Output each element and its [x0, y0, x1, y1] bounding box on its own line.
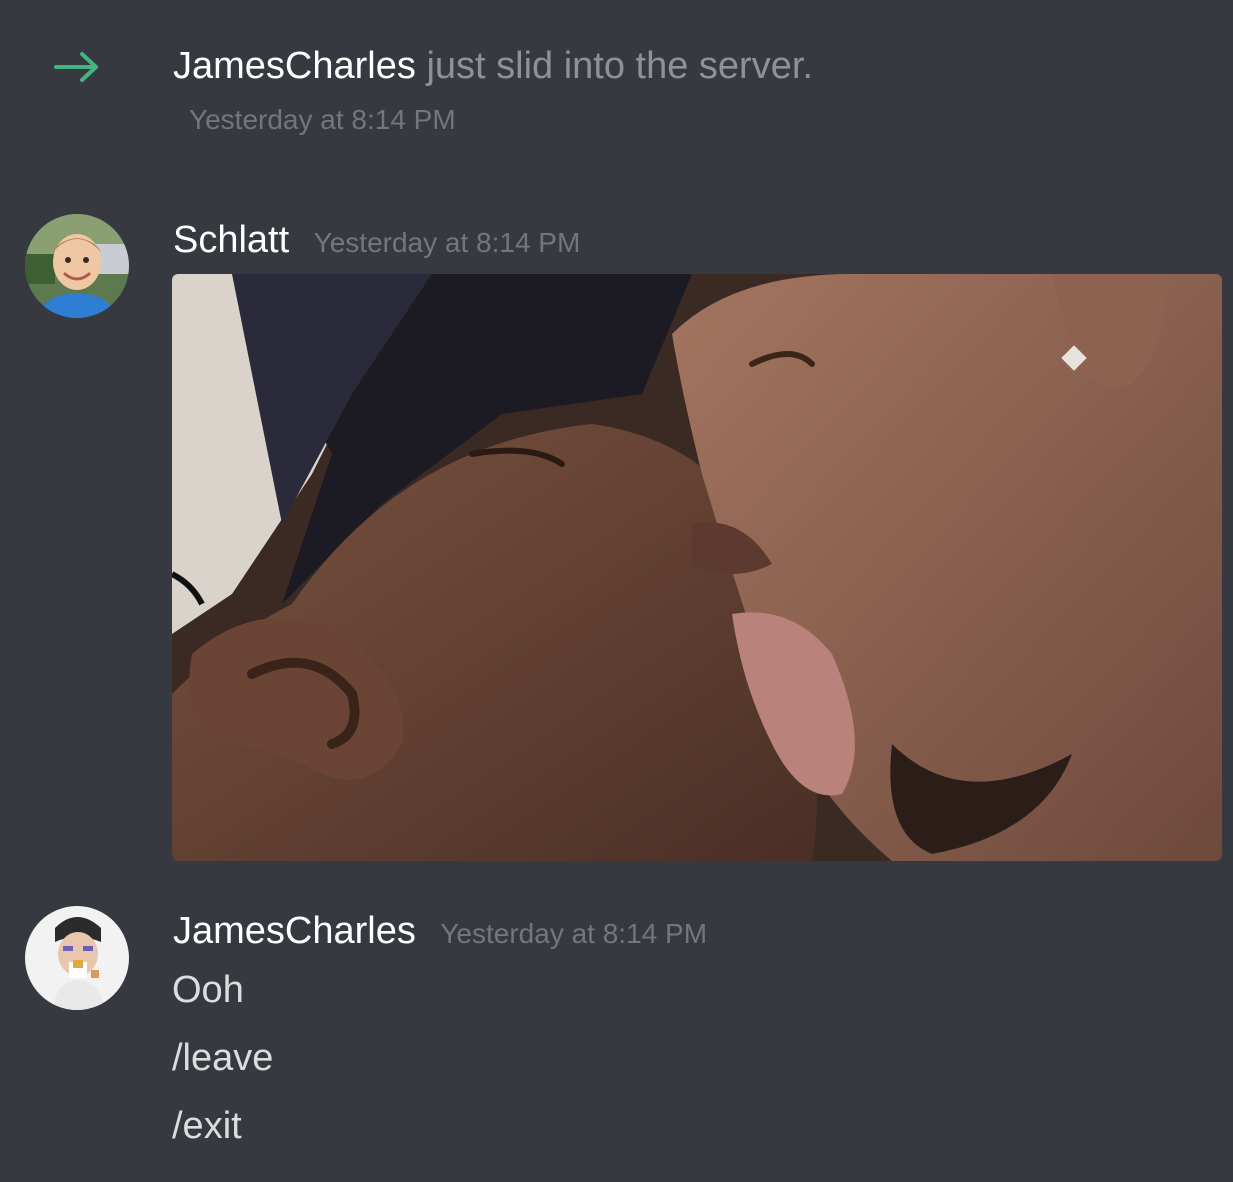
system-join-message: JamesCharles just slid into the server. … [0, 30, 1233, 150]
join-text: JamesCharles just slid into the server. [173, 42, 813, 90]
avatar-child-photo [25, 214, 129, 318]
username[interactable]: JamesCharles [173, 910, 416, 952]
avatar[interactable] [25, 906, 129, 1010]
join-username[interactable]: JamesCharles [173, 45, 416, 87]
chat-messages: JamesCharles just slid into the server. … [0, 0, 1233, 1182]
join-timestamp[interactable]: Yesterday at 8:14 PM [189, 104, 456, 136]
message-text: /exit [172, 1105, 242, 1147]
message-header: JamesCharles Yesterday at 8:14 PM [173, 907, 707, 955]
timestamp[interactable]: Yesterday at 8:14 PM [440, 918, 707, 949]
gif-image [172, 274, 1222, 861]
avatar-makeup-portrait [25, 906, 129, 1010]
username[interactable]: Schlatt [173, 219, 289, 261]
join-message-text: just slid into the server. [426, 45, 813, 87]
message-text: Ooh [172, 969, 244, 1011]
avatar[interactable] [25, 214, 129, 318]
image-attachment[interactable] [172, 274, 1222, 861]
message-header: Schlatt Yesterday at 8:14 PM [173, 216, 580, 264]
timestamp[interactable]: Yesterday at 8:14 PM [314, 227, 581, 258]
arrow-right-icon [54, 52, 98, 82]
message-text: /leave [172, 1037, 274, 1079]
